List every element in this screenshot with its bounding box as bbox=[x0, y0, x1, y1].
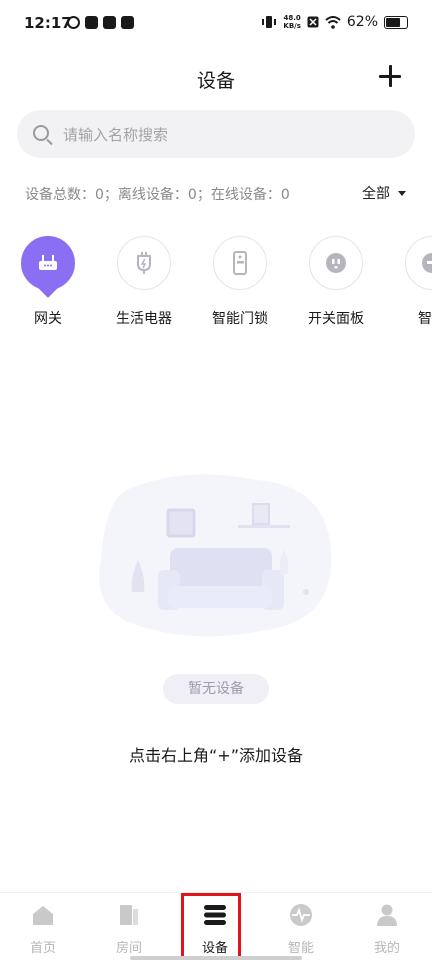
category-label: 智能门锁 bbox=[212, 311, 268, 327]
search-bar[interactable] bbox=[17, 110, 415, 160]
home-icon bbox=[33, 906, 53, 925]
status-notification-icons bbox=[67, 16, 134, 29]
highlight-box bbox=[181, 893, 241, 959]
tab-room[interactable]: 房间 bbox=[86, 903, 172, 956]
user-icon bbox=[377, 904, 397, 926]
status-time: 12:17 bbox=[24, 14, 72, 32]
tab-label: 首页 bbox=[29, 941, 56, 956]
room-icon bbox=[120, 905, 138, 925]
net-speed: 48.0 KB/s bbox=[283, 14, 300, 30]
search-icon bbox=[33, 125, 49, 141]
mail-icon bbox=[85, 16, 98, 29]
category-label: 网关 bbox=[34, 311, 62, 327]
category-switch-panel[interactable]: 开关面板 bbox=[288, 236, 384, 328]
smart-device-icon bbox=[422, 253, 432, 273]
home-indicator bbox=[130, 956, 302, 960]
category-label: 开关面板 bbox=[308, 311, 364, 327]
empty-sofa-illustration bbox=[99, 474, 332, 637]
sync-icon bbox=[67, 16, 80, 29]
net-speed-value: 48.0 bbox=[283, 14, 301, 22]
category-row: 网关 生活电器 智能门锁 开关面板 智 bbox=[0, 236, 432, 336]
device-stats: 设备总数：0；离线设备：0；在线设备：0 bbox=[25, 187, 290, 203]
empty-hint: 点击右上角“+”添加设备 bbox=[129, 746, 303, 765]
category-door-lock[interactable]: 智能门锁 bbox=[192, 236, 288, 328]
tab-label: 智能 bbox=[287, 941, 314, 956]
switch-panel-icon bbox=[326, 253, 346, 273]
caret-down-icon bbox=[398, 190, 406, 196]
gateway-icon bbox=[39, 255, 57, 270]
net-speed-unit: KB/s bbox=[283, 22, 301, 30]
tab-label: 我的 bbox=[373, 941, 400, 956]
filter-label: 全部 bbox=[362, 186, 390, 202]
status-right: 48.0 KB/s 62% bbox=[261, 14, 408, 30]
battery-percent: 62% bbox=[346, 14, 378, 30]
category-appliance[interactable]: 生活电器 bbox=[96, 236, 192, 328]
plug-icon bbox=[137, 252, 151, 274]
app-icon bbox=[121, 16, 134, 29]
page-title: 设备 bbox=[196, 70, 235, 92]
activity-icon bbox=[290, 904, 312, 926]
tab-home[interactable]: 首页 bbox=[0, 903, 86, 956]
filter-dropdown[interactable]: 全部 bbox=[362, 183, 406, 203]
category-smart[interactable]: 智能 bbox=[384, 236, 432, 328]
inbox-icon bbox=[103, 16, 116, 29]
empty-badge: 暂无设备 bbox=[163, 674, 269, 704]
header: 设备 bbox=[0, 56, 432, 100]
search-input[interactable] bbox=[61, 110, 395, 160]
category-label: 智能 bbox=[418, 311, 432, 327]
add-device-button[interactable] bbox=[378, 64, 402, 88]
door-lock-icon bbox=[233, 251, 247, 275]
battery-icon bbox=[384, 15, 408, 29]
wifi-icon bbox=[325, 15, 341, 29]
category-label: 生活电器 bbox=[116, 311, 172, 327]
vibrate-icon bbox=[262, 16, 277, 28]
tab-smart[interactable]: 智能 bbox=[258, 903, 344, 956]
no-sim-icon bbox=[307, 16, 319, 28]
tab-mine[interactable]: 我的 bbox=[344, 903, 430, 956]
status-bar: 12:17 48.0 KB/s 62% bbox=[0, 0, 432, 50]
tab-label: 房间 bbox=[115, 941, 142, 956]
category-gateway[interactable]: 网关 bbox=[0, 236, 96, 328]
